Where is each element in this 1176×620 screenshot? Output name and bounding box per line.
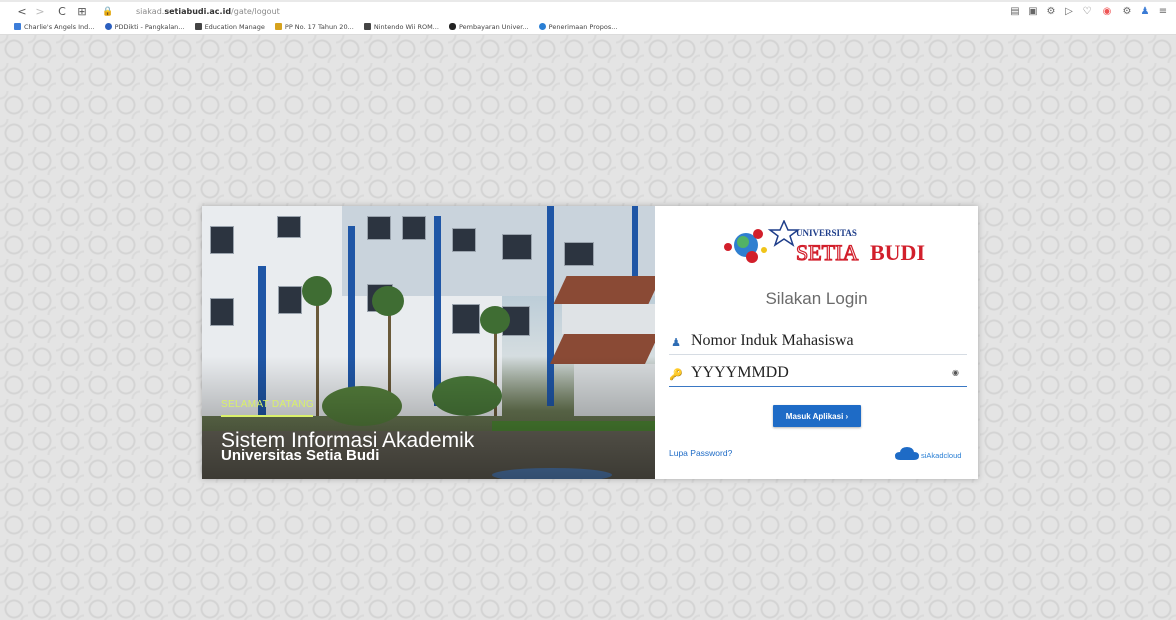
login-button[interactable]: Masuk Aplikasi › xyxy=(773,405,861,427)
forgot-password-link[interactable]: Lupa Password? xyxy=(669,448,732,458)
logo-top-text: UNIVERSITAS xyxy=(796,228,857,238)
adblock-icon[interactable]: ◉ xyxy=(1100,4,1114,20)
username-field: ♟ xyxy=(669,330,967,355)
screenshot-icon[interactable]: ▣ xyxy=(1026,4,1040,20)
university-logo: UNIVERSITAS SETIA BUDI xyxy=(724,220,925,266)
url-path: /gate/logout xyxy=(231,7,280,16)
bookmark-label: Charlie's Angels Ind... xyxy=(24,23,95,31)
browser-toolbar: < > C ⊞ 🔒 siakad.setiabudi.ac.id/gate/lo… xyxy=(0,0,1176,35)
bookmark-item[interactable]: Education Manage xyxy=(194,21,265,33)
key-icon: 🔑 xyxy=(669,369,683,381)
bookmark-icon xyxy=(104,23,112,30)
apps-icon[interactable]: ⊞ xyxy=(74,4,90,20)
welcome-text: SELAMAT DATANG xyxy=(221,399,314,410)
brand-text: siAkadcloud xyxy=(921,451,961,460)
bookmark-label: Penerimaan Propos... xyxy=(548,23,618,31)
extensions-icon[interactable]: ⚙ xyxy=(1120,4,1134,20)
bookmark-icon xyxy=(14,23,21,30)
siakad-cloud-logo: siAkadcloud xyxy=(895,447,961,460)
bookmark-item[interactable]: Pembayaran Univer... xyxy=(448,21,529,33)
bookmark-icon xyxy=(448,23,456,30)
campus-photo: SELAMAT DATANG Sistem Informasi Akademik… xyxy=(202,206,655,479)
reload-button[interactable]: C xyxy=(54,4,70,20)
address-bar[interactable]: siakad.setiabudi.ac.id/gate/logout xyxy=(136,4,280,20)
forward-button[interactable]: > xyxy=(32,4,48,20)
user-icon: ♟ xyxy=(671,337,681,349)
tab-strip-edge xyxy=(0,0,1176,2)
shield-icon[interactable]: ♡ xyxy=(1080,4,1094,20)
login-panel: UNIVERSITAS SETIA BUDI Silakan Login ♟ 🔑… xyxy=(655,206,978,479)
navigation-row: < > C ⊞ 🔒 siakad.setiabudi.ac.id/gate/lo… xyxy=(0,4,1176,20)
bookmark-label: Education Manage xyxy=(204,23,265,31)
bookmark-item[interactable]: Charlie's Angels Ind... xyxy=(14,21,94,33)
show-password-icon[interactable]: ◉ xyxy=(952,368,959,377)
url-prefix: siakad. xyxy=(136,7,165,16)
bookmark-label: Nintendo Wii ROM... xyxy=(373,23,439,31)
reader-icon[interactable]: ▤ xyxy=(1008,4,1022,20)
logo-setia-text: SETIA xyxy=(796,240,858,265)
url-domain: setiabudi.ac.id xyxy=(164,7,232,16)
login-card: SELAMAT DATANG Sistem Informasi Akademik… xyxy=(202,206,978,479)
bookmark-label: PDDikti - Pangkalan... xyxy=(114,23,185,31)
globe-icon xyxy=(538,23,546,30)
bookmarks-bar: Charlie's Angels Ind... PDDikti - Pangka… xyxy=(14,21,625,33)
menu-icon[interactable]: ≡ xyxy=(1156,4,1170,20)
bookmark-item[interactable]: PP No. 17 Tahun 20... xyxy=(274,21,354,33)
back-button[interactable]: < xyxy=(14,4,30,20)
lock-icon[interactable]: 🔒 xyxy=(100,4,116,20)
bookmark-item[interactable]: Nintendo Wii ROM... xyxy=(363,21,439,33)
folder-icon xyxy=(363,23,371,30)
profile-icon[interactable]: ♟ xyxy=(1138,4,1152,20)
document-icon xyxy=(274,23,282,30)
password-input[interactable] xyxy=(691,363,941,383)
play-icon[interactable]: ▷ xyxy=(1062,4,1076,20)
bookmark-label: Pembayaran Univer... xyxy=(458,23,529,31)
welcome-underline xyxy=(221,415,313,417)
bookmark-label: PP No. 17 Tahun 20... xyxy=(284,23,354,31)
folder-icon xyxy=(194,23,202,30)
username-input[interactable] xyxy=(691,331,941,351)
bookmark-item[interactable]: Penerimaan Propos... xyxy=(538,21,618,33)
settings-icon[interactable]: ⚙ xyxy=(1044,4,1058,20)
logo-budi-text: BUDI xyxy=(870,240,925,265)
login-heading: Silakan Login xyxy=(765,289,868,308)
password-field: 🔑 ◉ xyxy=(669,362,967,387)
university-title: Universitas Setia Budi xyxy=(221,447,380,464)
bookmark-item[interactable]: PDDikti - Pangkalan... xyxy=(104,21,185,33)
